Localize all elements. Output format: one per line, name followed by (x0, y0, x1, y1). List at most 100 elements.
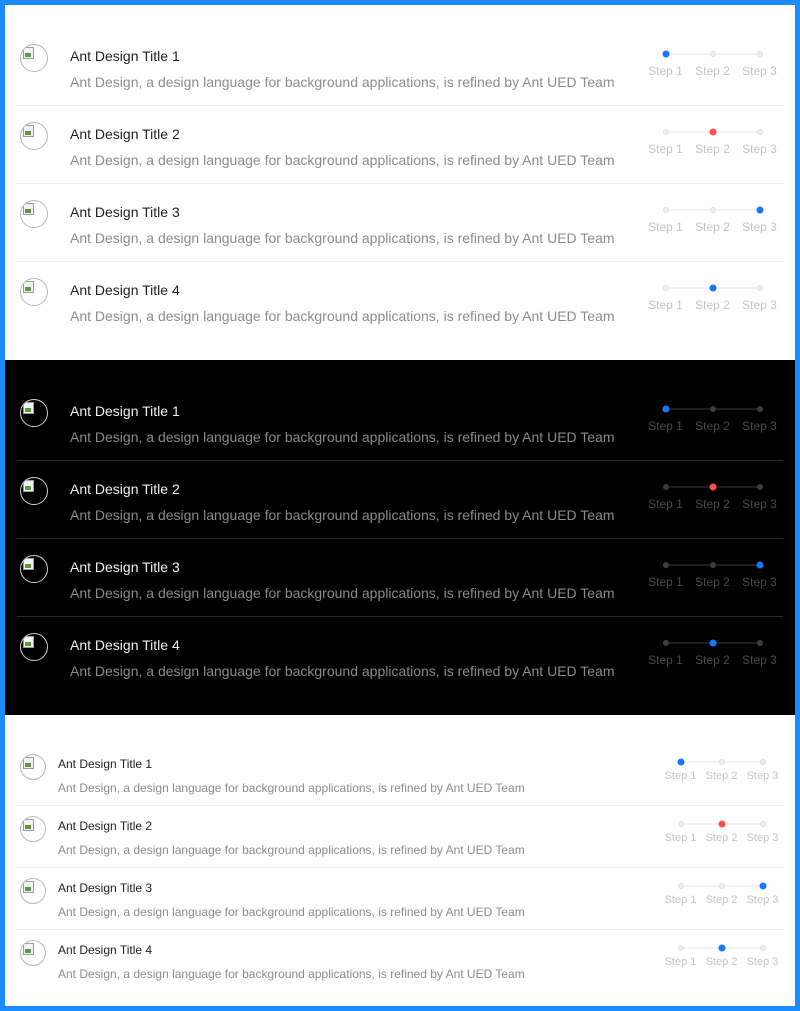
progress-steps: Step 1 Step 2 Step 3 (642, 205, 783, 235)
step-1: Step 1 (642, 482, 689, 512)
step-label: Step 1 (648, 575, 683, 589)
step-label: Step 1 (664, 894, 697, 906)
step-label: Step 2 (695, 142, 730, 156)
step-dot-icon (759, 759, 766, 765)
step-dot-icon (718, 883, 725, 889)
progress-steps: Step 1 Step 2 Step 3 (642, 49, 783, 79)
list-item: Ant Design Title 2 Ant Design, a design … (17, 460, 783, 538)
list-item-title: Ant Design Title 3 (70, 204, 180, 220)
step-1: Step 1 (660, 943, 701, 969)
step-3: Step 3 (736, 404, 783, 434)
step-dot-row (742, 881, 783, 891)
list-item: Ant Design Title 4 Ant Design, a design … (17, 261, 783, 339)
broken-image-icon (23, 819, 34, 831)
list-item-meta: Ant Design Title 2 Ant Design, a design … (58, 817, 525, 859)
step-1: Step 1 (660, 757, 701, 783)
step-connector (665, 131, 689, 133)
progress-steps: Step 1 Step 2 Step 3 (642, 482, 783, 512)
step-label: Step 1 (648, 419, 683, 433)
step-dot-icon (756, 285, 763, 291)
list-item: Ant Design Title 1 Ant Design, a design … (17, 28, 783, 105)
step-dot-row (689, 404, 736, 414)
step-label: Step 1 (648, 298, 683, 312)
list-item-description: Ant Design, a design language for backgr… (70, 663, 615, 679)
step-3: Step 3 (736, 560, 783, 590)
list: Ant Design Title 1 Ant Design, a design … (17, 744, 783, 991)
step-label: Step 1 (664, 956, 697, 968)
list-item-meta: Ant Design Title 4 Ant Design, a design … (70, 634, 615, 682)
step-connector (712, 287, 736, 289)
step-1: Step 1 (660, 819, 701, 845)
avatar (20, 399, 48, 427)
list-section-light: Ant Design Title 1 Ant Design, a design … (5, 5, 795, 360)
step-dot-row (742, 943, 783, 953)
step-dot-icon (759, 945, 766, 951)
list-section-small: Ant Design Title 1 Ant Design, a design … (5, 715, 795, 1006)
list-item-meta: Ant Design Title 2 Ant Design, a design … (70, 478, 615, 526)
avatar (20, 816, 46, 842)
progress-steps: Step 1 Step 2 Step 3 (642, 283, 783, 313)
step-label: Step 3 (742, 64, 777, 78)
step-dot-icon (662, 285, 669, 291)
step-dot-icon (759, 882, 766, 890)
list-item-description: Ant Design, a design language for backgr… (70, 507, 615, 523)
step-1: Step 1 (642, 49, 689, 79)
step-dot-row (660, 757, 701, 767)
list-item: Ant Design Title 1 Ant Design, a design … (17, 383, 783, 460)
step-2: Step 2 (689, 560, 736, 590)
step-dot-row (701, 943, 742, 953)
step-dot-icon (677, 821, 684, 827)
step-label: Step 2 (695, 497, 730, 511)
list-item-description: Ant Design, a design language for backgr… (58, 905, 525, 919)
step-dot-row (689, 127, 736, 137)
step-label: Step 2 (695, 653, 730, 667)
broken-image-icon (23, 203, 34, 215)
step-dot-icon (709, 639, 716, 647)
broken-image-icon (23, 125, 34, 137)
step-dot-row (660, 819, 701, 829)
list-item-meta: Ant Design Title 2 Ant Design, a design … (70, 123, 615, 171)
list-item-title: Ant Design Title 3 (58, 881, 153, 895)
avatar (20, 278, 48, 306)
step-2: Step 2 (689, 283, 736, 313)
step-connector (712, 53, 736, 55)
step-dot-row (642, 205, 689, 215)
avatar (20, 122, 48, 150)
step-2: Step 2 (689, 205, 736, 235)
list-item-title: Ant Design Title 1 (58, 757, 153, 771)
step-label: Step 2 (705, 770, 738, 782)
step-label: Step 3 (746, 770, 779, 782)
broken-image-icon (23, 281, 34, 293)
progress-steps: Step 1 Step 2 Step 3 (642, 560, 783, 590)
step-dot-row (736, 205, 783, 215)
list-item: Ant Design Title 3 Ant Design, a design … (17, 538, 783, 616)
step-connector (665, 287, 689, 289)
progress-steps: Step 1 Step 2 Step 3 (660, 881, 783, 907)
step-3: Step 3 (736, 482, 783, 512)
step-label: Step 3 (746, 956, 779, 968)
step-dot-icon (709, 562, 716, 568)
list-item-description: Ant Design, a design language for backgr… (70, 585, 615, 601)
list-item-meta: Ant Design Title 1 Ant Design, a design … (70, 45, 615, 93)
step-1: Step 1 (642, 127, 689, 157)
list-item-meta: Ant Design Title 4 Ant Design, a design … (58, 941, 525, 983)
step-2: Step 2 (701, 757, 742, 783)
broken-image-icon (23, 757, 34, 769)
step-dot-icon (756, 406, 763, 412)
step-3: Step 3 (742, 757, 783, 783)
step-dot-row (736, 404, 783, 414)
step-dot-row (701, 881, 742, 891)
step-3: Step 3 (736, 283, 783, 313)
step-2: Step 2 (689, 482, 736, 512)
step-dot-icon (662, 640, 669, 646)
step-label: Step 1 (648, 142, 683, 156)
step-dot-row (736, 560, 783, 570)
step-2: Step 2 (701, 943, 742, 969)
list-item-description: Ant Design, a design language for backgr… (70, 308, 615, 324)
list-item: Ant Design Title 4 Ant Design, a design … (17, 616, 783, 694)
list-item-title: Ant Design Title 4 (58, 943, 153, 957)
step-label: Step 3 (742, 575, 777, 589)
list-item-meta: Ant Design Title 1 Ant Design, a design … (58, 755, 525, 797)
step-label: Step 1 (664, 832, 697, 844)
step-label: Step 1 (664, 770, 697, 782)
